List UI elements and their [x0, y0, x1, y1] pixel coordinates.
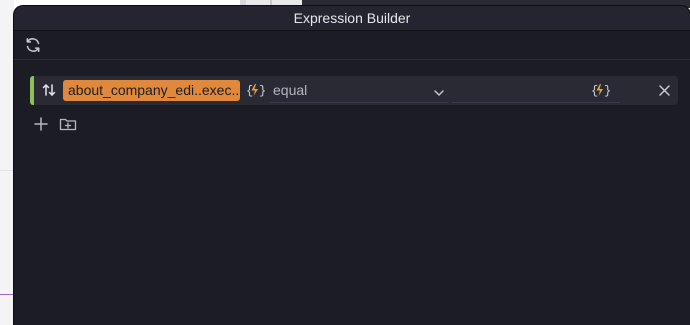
expression-builder-window: Expression Builder about_company_edi..ex…: [14, 6, 690, 325]
svg-text:{: {: [591, 84, 598, 98]
expression-icon[interactable]: { }: [246, 82, 266, 98]
condition-accent-bar: [30, 76, 34, 105]
sort-order-icon[interactable]: [41, 82, 57, 98]
condition-row: about_company_edi..exec... { } equal { }: [30, 76, 678, 105]
background-app-panel: [0, 0, 14, 325]
background-accent-line: [0, 294, 14, 295]
chevron-down-icon: [433, 85, 445, 96]
operator-value: equal: [273, 82, 308, 98]
plus-icon[interactable]: [34, 117, 48, 131]
operator-select[interactable]: equal: [270, 78, 448, 103]
window-title: Expression Builder: [14, 6, 690, 31]
folder-plus-icon[interactable]: [59, 117, 77, 131]
background-divider: [0, 170, 14, 171]
svg-text:}: }: [259, 84, 266, 98]
refresh-icon[interactable]: [24, 36, 42, 54]
svg-text:}: }: [604, 84, 611, 98]
svg-text:{: {: [246, 84, 253, 98]
close-icon[interactable]: [658, 84, 671, 97]
value-expression-icon[interactable]: { }: [591, 82, 611, 98]
toolbar: [14, 31, 690, 60]
field-chip[interactable]: about_company_edi..exec...: [63, 80, 240, 101]
